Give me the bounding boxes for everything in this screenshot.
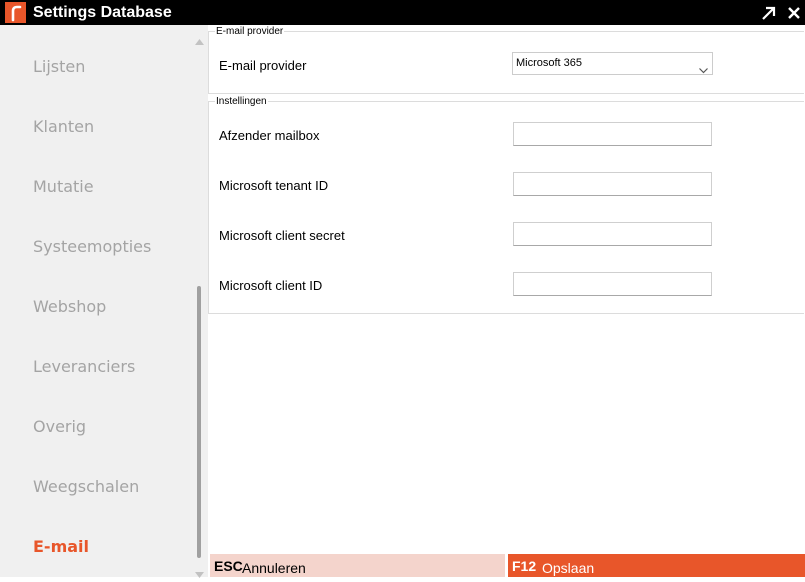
cancel-shortcut-key: ESC <box>214 558 243 574</box>
scrollbar-thumb[interactable] <box>197 286 201 558</box>
afzender-mailbox-label: Afzender mailbox <box>219 128 320 143</box>
settings-group-legend: Instellingen <box>215 96 268 108</box>
sidebar-item-systeemopties[interactable]: Systeemopties <box>33 237 151 257</box>
window-title: Settings Database <box>33 4 172 21</box>
scroll-down-icon[interactable] <box>195 563 204 582</box>
email-provider-selected-value: Microsoft 365 <box>516 57 583 69</box>
client-secret-label: Microsoft client secret <box>219 228 345 243</box>
title-bar: Settings Database <box>0 0 805 25</box>
sidebar-item-webshop[interactable]: Webshop <box>33 297 106 317</box>
sidebar-item-mutatie[interactable]: Mutatie <box>33 177 94 197</box>
cancel-button-label: Annuleren <box>242 560 306 576</box>
client-id-input[interactable] <box>513 272 712 296</box>
sidebar-item-weegschalen[interactable]: Weegschalen <box>33 477 139 497</box>
sidebar-item-leveranciers[interactable]: Leveranciers <box>33 357 135 377</box>
tenant-id-input[interactable] <box>513 172 712 196</box>
close-icon[interactable] <box>785 4 803 22</box>
save-button[interactable]: F12 Opslaan <box>508 554 805 577</box>
restore-icon[interactable] <box>760 4 778 22</box>
chevron-down-icon <box>699 59 708 78</box>
email-provider-group-legend: E-mail provider <box>215 26 285 38</box>
email-provider-select[interactable]: Microsoft 365 <box>512 52 713 75</box>
save-button-label: Opslaan <box>542 560 595 576</box>
sidebar-item-lijsten[interactable]: Lijsten <box>33 57 85 77</box>
sidebar-item-email[interactable]: E-mail <box>33 537 89 557</box>
email-provider-label: E-mail provider <box>219 58 307 73</box>
tenant-id-label: Microsoft tenant ID <box>219 178 329 193</box>
afzender-mailbox-input[interactable] <box>513 122 712 146</box>
scroll-up-icon[interactable] <box>195 30 204 49</box>
save-shortcut-key: F12 <box>512 558 537 574</box>
sidebar-item-klanten[interactable]: Klanten <box>33 117 94 137</box>
cancel-button[interactable]: ESC Annuleren <box>210 554 505 577</box>
client-id-label: Microsoft client ID <box>219 278 323 293</box>
client-secret-input[interactable] <box>513 222 712 246</box>
sidebar-item-overig[interactable]: Overig <box>33 417 86 437</box>
app-logo-icon <box>5 2 26 23</box>
